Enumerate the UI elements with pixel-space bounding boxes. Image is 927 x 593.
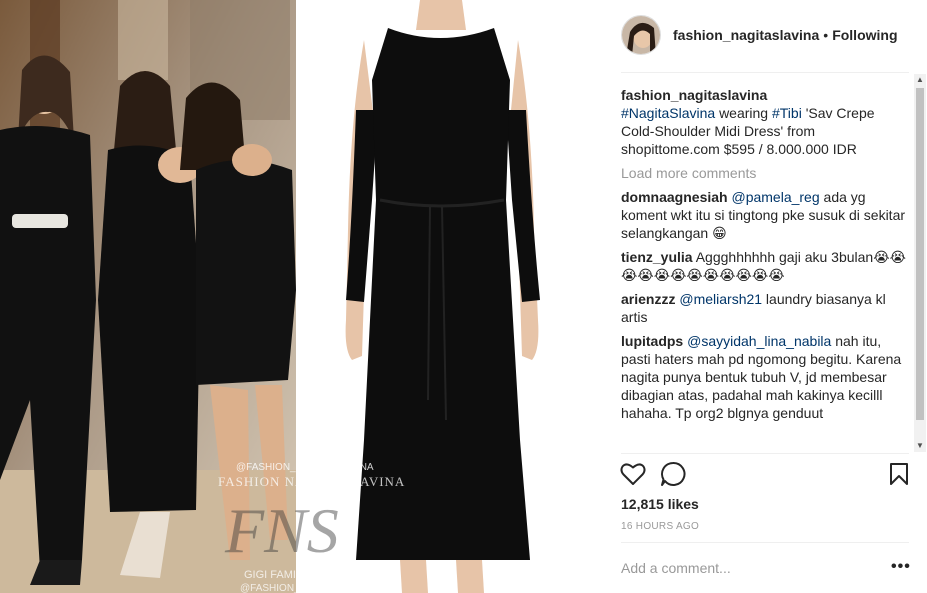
add-comment-input[interactable] [621, 558, 881, 578]
caption: fashion_nagitaslavina #NagitaSlavina wea… [621, 86, 911, 158]
comment-icon[interactable] [659, 460, 687, 488]
comment-mention[interactable]: @meliarsh21 [679, 291, 762, 307]
scroll-down-arrow-icon[interactable]: ▼ [914, 440, 926, 452]
scrollbar-thumb[interactable] [916, 88, 924, 420]
bookmark-icon[interactable] [885, 460, 913, 488]
more-options-icon[interactable]: ••• [891, 558, 911, 576]
comment-item: tienz_yulia Aggghhhhhh gaji aku 3bulan😭😭… [621, 248, 911, 284]
comment-username[interactable]: lupitadps [621, 333, 683, 349]
photo-watermark-name: FASHION NAGITA SLAVINA [218, 474, 405, 489]
comment-username[interactable]: arienzzz [621, 291, 675, 307]
caption-username[interactable]: fashion_nagitaslavina [621, 87, 767, 103]
actions-divider [621, 453, 909, 454]
comment-username[interactable]: domnaagnesiah [621, 189, 728, 205]
photo-watermark-sub: GIGI FAMILY [244, 569, 309, 581]
comment-item: lupitadps @sayyidah_lina_nabila nah itu,… [621, 332, 911, 422]
post-header: fashion_nagitaslavina • Following [621, 14, 927, 56]
caption-text: wearing [719, 105, 772, 121]
comment-item: arienzzz @meliarsh21 laundry biasanya kl… [621, 290, 911, 326]
post-side-panel: fashion_nagitaslavina • Following fashio… [605, 0, 927, 593]
action-bar [619, 460, 909, 490]
comment-mention[interactable]: @pamela_reg [731, 189, 819, 205]
avatar[interactable] [621, 15, 661, 55]
load-more-comments-button[interactable]: Load more comments [621, 164, 911, 182]
comment-input-divider [621, 542, 909, 543]
comment-mention[interactable]: @sayyidah_lina_nabila [687, 333, 831, 349]
comment-username[interactable]: tienz_yulia [621, 249, 693, 265]
following-button[interactable]: Following [832, 27, 897, 43]
photo-watermark-bottom: @FASHION_NAGITASLAVINA [240, 583, 378, 593]
caption-hashtag[interactable]: #Tibi [772, 105, 802, 121]
heart-icon[interactable] [619, 460, 647, 488]
comments-scrollbar[interactable]: ▲ ▼ [914, 74, 926, 452]
header-username[interactable]: fashion_nagitaslavina [673, 27, 819, 43]
header-divider [621, 72, 909, 73]
comment-item: domnaagnesiah @pamela_reg ada yg koment … [621, 188, 911, 242]
post-timestamp: 16 HOURS AGO [621, 521, 700, 532]
caption-hashtag[interactable]: #NagitaSlavina [621, 105, 715, 121]
photo-watermark-logo: FNS [224, 495, 339, 566]
likes-count[interactable]: 12,815 likes [621, 496, 699, 512]
photo-watermark-top: @FASHION_NAGITASLAVINA [236, 462, 374, 473]
comments-list: fashion_nagitaslavina #NagitaSlavina wea… [621, 86, 911, 450]
scroll-up-arrow-icon[interactable]: ▲ [914, 74, 926, 86]
header-separator-dot: • [823, 27, 829, 43]
post-photo[interactable]: @FASHION_NAGITASLAVINA FASHION NAGITA SL… [0, 0, 605, 593]
